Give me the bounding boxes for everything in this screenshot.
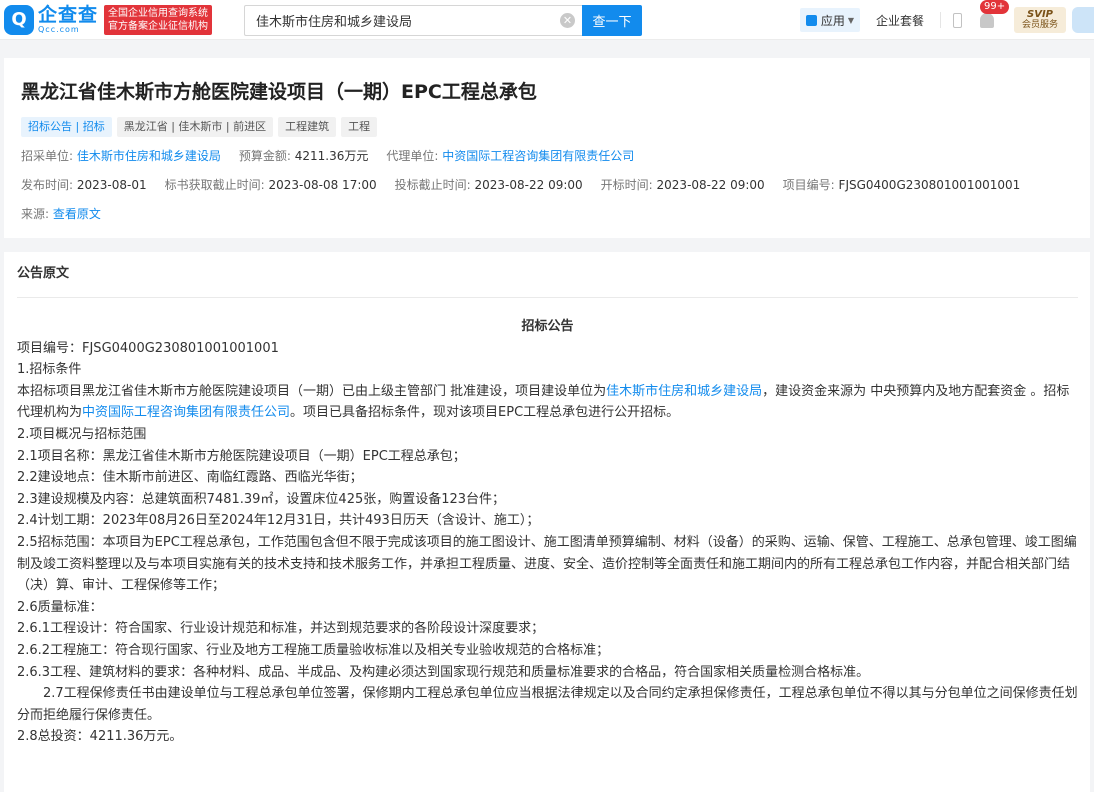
top-navbar: Q 企查查 Qcc.com 全国企业信用查询系统 官方备案企业征信机构 ✕ 查一… bbox=[0, 0, 1094, 40]
notice-paragraph: 2.5招标范围：本项目为EPC工程总承包，工作范围包含但不限于完成该项目的施工图… bbox=[17, 534, 1077, 594]
notice-paragraph: 2.项目概况与招标范围 bbox=[17, 426, 147, 442]
notice-paragraph: 2.4计划工期：2023年08月26日至2024年12月31日，共计493日历天… bbox=[17, 513, 540, 529]
qcc-logo[interactable]: Q 企查查 Qcc.com bbox=[4, 3, 99, 35]
chevron-down-icon: ▼ bbox=[847, 15, 854, 25]
view-original-link[interactable]: 查看原文 bbox=[53, 205, 101, 223]
bell-icon bbox=[980, 12, 994, 28]
notification-button[interactable]: 99+ bbox=[980, 0, 1010, 28]
section-title: 公告原文 bbox=[17, 252, 1078, 298]
notice-paragraph: 2.7工程保修责任书由建设单位与工程总承包单位签署，保修期内工程总承包单位应当根… bbox=[17, 686, 1078, 723]
info-row-source: 来源: 查看原文 bbox=[21, 205, 101, 223]
doc-deadline: 2023-08-08 17:00 bbox=[268, 178, 377, 192]
agent-link[interactable]: 中资国际工程咨询集团有限责任公司 bbox=[442, 147, 634, 165]
notice-paragraph: 2.6.3工程、建筑材料的要求：各种材料、成品、半成品、及构建必须达到国家现行规… bbox=[17, 664, 870, 680]
bid-deadline: 2023-08-22 09:00 bbox=[474, 178, 583, 192]
logo-name: 企查查 bbox=[38, 3, 99, 26]
apps-grid-icon bbox=[805, 14, 817, 26]
agent-inline-link[interactable]: 中资国际工程咨询集团有限责任公司 bbox=[82, 405, 290, 420]
notice-paragraph: 2.6.2工程施工：符合现行国家、行业及地方工程施工质量验收标准以及相关专业验收… bbox=[17, 642, 610, 658]
notification-badge: 99+ bbox=[980, 0, 1010, 14]
notice-paragraph: 2.1项目名称：黑龙江省佳木斯市方舱医院建设项目（一期）EPC工程总承包； bbox=[17, 448, 466, 464]
tag-list: 招标公告 | 招标 黑龙江省 | 佳木斯市 | 前进区 工程建筑 工程 bbox=[21, 117, 1074, 137]
notice-paragraph: 2.8总投资：4211.36万元。 bbox=[17, 729, 183, 745]
publish-date: 2023-08-01 bbox=[76, 178, 147, 192]
page-title: 黑龙江省佳木斯市方舱医院建设项目（一期）EPC工程总承包 bbox=[21, 81, 537, 103]
tag-industry[interactable]: 工程建筑 bbox=[278, 117, 337, 137]
tender-header-card: 黑龙江省佳木斯市方舱医院建设项目（一期）EPC工程总承包 招标公告 | 招标 黑… bbox=[4, 58, 1090, 238]
tag-region[interactable]: 黑龙江省 | 佳木斯市 | 前进区 bbox=[116, 117, 274, 137]
clear-icon[interactable]: ✕ bbox=[560, 13, 575, 28]
notice-paragraph: 2.6.1工程设计：符合国家、行业设计规范和标准，并达到规范要求的各阶段设计深度… bbox=[17, 621, 545, 637]
open-time: 2023-08-22 09:00 bbox=[656, 178, 765, 192]
notice-paragraph: 2.6质量标准： bbox=[17, 599, 103, 615]
divider bbox=[940, 12, 941, 28]
logo-domain: Qcc.com bbox=[38, 24, 80, 34]
search-bar: ✕ 查一下 bbox=[244, 5, 642, 36]
tag-type[interactable]: 招标公告 | 招标 bbox=[21, 117, 112, 137]
notice-paragraph: 2.2建设地点：佳木斯市前进区、南临红霞路、西临光华街； bbox=[17, 470, 363, 486]
notice-heading: 招标公告 bbox=[521, 319, 574, 334]
notice-paragraph: 本招标项目黑龙江省佳木斯市方舱医院建设项目（一期）已由上级主管部门 批准建设，项… bbox=[17, 383, 1070, 421]
purchaser-link[interactable]: 佳木斯市住房和城乡建设局 bbox=[77, 147, 221, 165]
notice-paragraph: 项目编号：FJSG0400G230801001001001 bbox=[17, 340, 279, 356]
user-avatar[interactable] bbox=[1072, 7, 1094, 33]
search-input[interactable] bbox=[244, 5, 582, 36]
apps-menu-button[interactable]: 应用 ▼ bbox=[799, 8, 860, 32]
purchaser-inline-link[interactable]: 佳木斯市住房和城乡建设局 bbox=[606, 384, 762, 399]
notice-content: 招标公告 项目编号：FJSG0400G230801001001001 1.招标条… bbox=[17, 298, 1078, 748]
info-row-dates: 发布时间: 2023-08-01 标书获取截止时间: 2023-08-08 17… bbox=[21, 178, 1021, 192]
search-button[interactable]: 查一下 bbox=[582, 5, 642, 36]
mobile-phone-icon[interactable] bbox=[953, 12, 962, 28]
notice-card: 公告原文 招标公告 项目编号：FJSG0400G230801001001001 … bbox=[4, 252, 1090, 792]
slogan-badge: 全国企业信用查询系统 官方备案企业征信机构 bbox=[104, 4, 213, 35]
enterprise-package-link[interactable]: 企业套餐 bbox=[876, 12, 924, 29]
notice-paragraph: 1.招标条件 bbox=[17, 362, 82, 378]
svip-button[interactable]: SVIP 会员服务 bbox=[1014, 7, 1066, 33]
project-number: FJSG0400G230801001001001 bbox=[838, 178, 1021, 192]
notice-paragraph: 2.3建设规模及内容：总建筑面积7481.39㎡，设置床位425张，购置设备12… bbox=[17, 491, 506, 507]
info-row-parties: 招采单位: 佳木斯市住房和城乡建设局 预算金额: 4211.36万元 代理单位:… bbox=[21, 147, 635, 165]
tag-category[interactable]: 工程 bbox=[341, 117, 378, 137]
budget-value: 4211.36万元 bbox=[294, 149, 369, 163]
logo-icon: Q bbox=[4, 4, 34, 35]
